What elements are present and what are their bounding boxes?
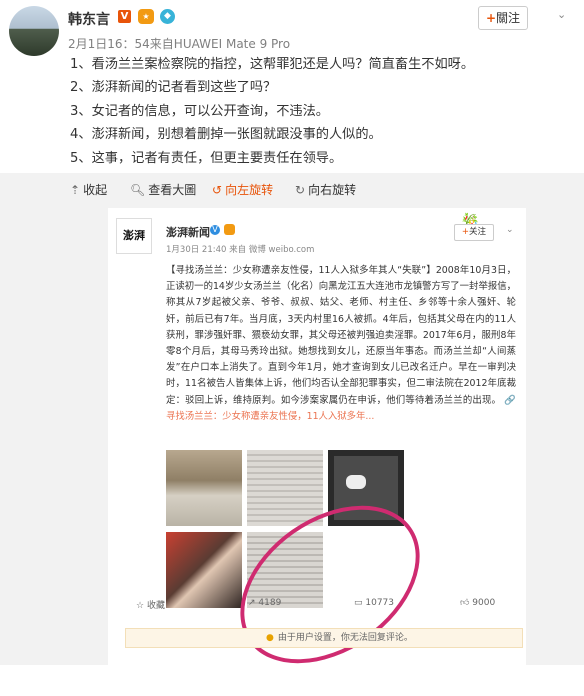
post-line: 1、看汤兰兰案检察院的指控，这帮罪犯还是人吗？简直畜生不如呀。: [70, 57, 475, 72]
post-line: 5、这事，记者有责任，但更主要责任在领导。: [70, 150, 343, 166]
post-meta: 2月1日16：54来自HUAWEI Mate 9 Pro: [68, 37, 291, 51]
embedded-body: 【寻找汤兰兰：少女称遭亲友性侵，11人入狱多年其人“失联”】2008年10月3日…: [166, 263, 516, 425]
view-large-button[interactable]: 🔍︎ 查看大圖: [130, 181, 196, 198]
info-icon: ●: [266, 633, 274, 643]
rotate-right-icon: ↻: [295, 183, 306, 197]
like-action: 👍︎ 9000: [460, 598, 496, 608]
collapse-button[interactable]: ⇡ 收起: [70, 181, 107, 198]
follow-label: 關注: [496, 11, 521, 25]
verified-badge-icon: V: [118, 10, 131, 23]
rotate-right-button[interactable]: ↻ 向右旋转: [295, 181, 356, 198]
follow-button[interactable]: +關注: [478, 6, 528, 30]
username[interactable]: 韩东言: [68, 9, 110, 29]
embedded-member-icon: [224, 224, 235, 235]
embedded-verified-icon: V: [210, 225, 220, 235]
post-line: 3、女记者的信息，可以公开查询，不违法。: [70, 103, 329, 119]
level-badge-icon: ◆: [160, 9, 175, 24]
embedded-body-text: 【寻找汤兰兰：少女称遭亲友性侵，11人入狱多年其人“失联”】2008年10月3日…: [166, 265, 516, 406]
avatar[interactable]: [9, 6, 59, 56]
favorite-action: ☆ 收藏: [136, 601, 165, 611]
embedded-screenshot[interactable]: 澎湃 澎湃新闻 V 1月30日 21:40 来自 微博 weibo.com 🎋 …: [108, 208, 526, 696]
rotate-left-button[interactable]: ↺ 向左旋转: [212, 181, 273, 198]
image-toolbar: ⇡ 收起 🔍︎ 查看大圖 ↺ 向左旋转 ↻ 向右旋转: [0, 173, 584, 203]
post-text: 1、看汤兰兰案检察院的指控，这帮罪犯还是人吗？简直畜生不如呀。 2、澎湃新闻的记…: [70, 53, 570, 170]
embedded-meta: 1月30日 21:40 来自 微博 weibo.com: [166, 245, 315, 255]
embedded-avatar: 澎湃: [116, 218, 152, 254]
chevron-down-icon[interactable]: ⌄: [557, 8, 566, 21]
post-line: 2、澎湃新闻的记者看到这些了吗？: [70, 80, 277, 96]
rotate-left-icon: ↺: [212, 183, 223, 197]
collapse-icon: ⇡: [70, 183, 81, 197]
document-thumbnail: [247, 450, 323, 526]
magnifier-icon: 🔍︎: [130, 183, 146, 197]
repost-action: ↗ 4189: [248, 598, 282, 608]
comment-restriction-notice: ● 由于用户设置，你无法回复评论。: [125, 628, 523, 648]
embedded-action-bar: ☆ 收藏 ↗ 4189 ▭ 10773 👍︎ 9000: [108, 592, 526, 616]
embedded-chevron-icon: ⌄: [506, 225, 514, 235]
post-header: 韩东言 V ★ ◆ 2月1日16：54来自HUAWEI Mate 9 Pro +…: [0, 0, 584, 58]
photo-thumbnail: [166, 450, 242, 526]
plus-icon: +: [485, 11, 497, 25]
member-badge-icon: ★: [138, 9, 154, 24]
embedded-follow-button: +关注: [454, 224, 494, 241]
post-line: 4、澎湃新闻，别想着删掉一张图就跟没事的人似的。: [70, 127, 382, 143]
embedded-username: 澎湃新闻: [166, 226, 210, 239]
comment-action: ▭ 10773: [354, 598, 395, 608]
